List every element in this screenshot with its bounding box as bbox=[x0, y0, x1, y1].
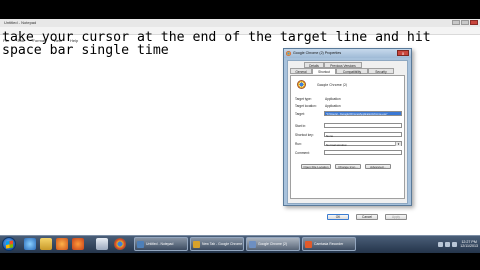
firefox-icon[interactable] bbox=[72, 238, 84, 250]
start-in-field[interactable] bbox=[324, 123, 402, 128]
shortcut-key-field[interactable]: None bbox=[324, 132, 402, 138]
maximize-button[interactable] bbox=[461, 20, 469, 25]
notepad-window-controls bbox=[452, 20, 478, 26]
network-icon[interactable] bbox=[445, 241, 451, 247]
volume-icon[interactable] bbox=[452, 241, 458, 247]
clock-date: 12/11/2013 bbox=[460, 244, 478, 248]
camtasia-icon bbox=[305, 241, 312, 248]
dialog-title-bar[interactable]: Google Chrome (2) Properties x bbox=[284, 49, 411, 58]
taskbar-item-label: Google Chrome (2) bbox=[258, 242, 288, 246]
comment-label: Comment: bbox=[295, 151, 310, 155]
taskbar-item-properties[interactable]: Google Chrome (2) bbox=[246, 237, 300, 251]
taskbar-item-recorder[interactable]: Camtasia Recorder bbox=[302, 237, 356, 251]
flag-icon[interactable] bbox=[438, 241, 444, 247]
chrome-icon bbox=[193, 241, 200, 248]
target-location-value: Application bbox=[325, 104, 341, 108]
ok-button[interactable]: OK bbox=[327, 214, 349, 220]
taskbar: Untitled - Notepad New Tab - Google Chro… bbox=[0, 235, 480, 253]
run-value: Normal window bbox=[326, 142, 347, 147]
internet-explorer-icon[interactable] bbox=[24, 238, 36, 250]
apply-button[interactable]: Apply bbox=[385, 214, 407, 220]
taskbar-item-notepad[interactable]: Untitled - Notepad bbox=[134, 237, 188, 251]
run-label: Run: bbox=[295, 142, 302, 146]
paint-icon[interactable] bbox=[96, 238, 108, 250]
target-type-value: Application bbox=[325, 97, 341, 101]
taskbar-item-chrome[interactable]: New Tab - Google Chrome bbox=[190, 237, 244, 251]
chevron-down-icon[interactable]: ▾ bbox=[395, 142, 401, 146]
target-location-label: Target location: bbox=[295, 104, 317, 108]
run-select[interactable]: Normal window ▾ bbox=[324, 141, 402, 147]
chrome-icon bbox=[297, 80, 306, 89]
notepad-icon bbox=[137, 241, 144, 248]
start-in-label: Start in: bbox=[295, 124, 306, 128]
tab-general[interactable]: General bbox=[290, 68, 312, 74]
properties-dialog: Google Chrome (2) Properties x Details P… bbox=[283, 48, 412, 206]
change-icon-button[interactable]: Change Icon... bbox=[335, 164, 361, 169]
target-type-label: Target type: bbox=[295, 97, 312, 101]
shortcut-pane: Google Chrome (2) Target type: Applicati… bbox=[290, 75, 405, 199]
dialog-body: Details Previous Versions General Shortc… bbox=[287, 60, 408, 204]
tab-shortcut[interactable]: Shortcut bbox=[312, 68, 336, 74]
properties-icon bbox=[249, 241, 256, 248]
target-value: "C:\Users\...\Google\Chrome\Application\… bbox=[326, 112, 388, 116]
dialog-close-button[interactable]: x bbox=[397, 50, 409, 56]
cancel-button[interactable]: Cancel bbox=[356, 214, 378, 220]
folder-icon[interactable] bbox=[40, 238, 52, 250]
taskbar-item-label: New Tab - Google Chrome bbox=[202, 242, 243, 246]
tab-compatibility[interactable]: Compatibility bbox=[336, 68, 368, 74]
shortcut-key-label: Shortcut key: bbox=[295, 133, 314, 137]
windows-logo-icon bbox=[6, 240, 13, 249]
notepad-title: Untitled - Notepad bbox=[4, 20, 37, 25]
chrome-icon bbox=[286, 51, 291, 56]
minimize-button[interactable] bbox=[452, 20, 460, 25]
chrome-icon[interactable] bbox=[114, 238, 126, 250]
start-button[interactable] bbox=[2, 237, 16, 251]
close-button[interactable] bbox=[470, 20, 478, 25]
media-player-icon[interactable] bbox=[56, 238, 68, 250]
system-tray: 12:27 PM 12/11/2013 bbox=[436, 238, 478, 250]
clock[interactable]: 12:27 PM 12/11/2013 bbox=[460, 240, 478, 249]
tab-security[interactable]: Security bbox=[368, 68, 394, 74]
comment-field[interactable] bbox=[324, 150, 402, 155]
advanced-button[interactable]: Advanced... bbox=[365, 164, 391, 169]
dialog-title: Google Chrome (2) Properties bbox=[293, 51, 342, 55]
open-file-location-button[interactable]: Open File Location bbox=[301, 164, 331, 169]
shortcut-key-value: None bbox=[326, 133, 334, 138]
target-field[interactable]: "C:\Users\...\Google\Chrome\Application\… bbox=[324, 111, 402, 116]
target-label: Target: bbox=[295, 112, 305, 116]
taskbar-item-label: Untitled - Notepad bbox=[146, 242, 174, 246]
dialog-tabs: Details Previous Versions General Shortc… bbox=[290, 62, 406, 76]
taskbar-item-label: Camtasia Recorder bbox=[314, 242, 344, 246]
app-name: Google Chrome (2) bbox=[317, 83, 348, 87]
